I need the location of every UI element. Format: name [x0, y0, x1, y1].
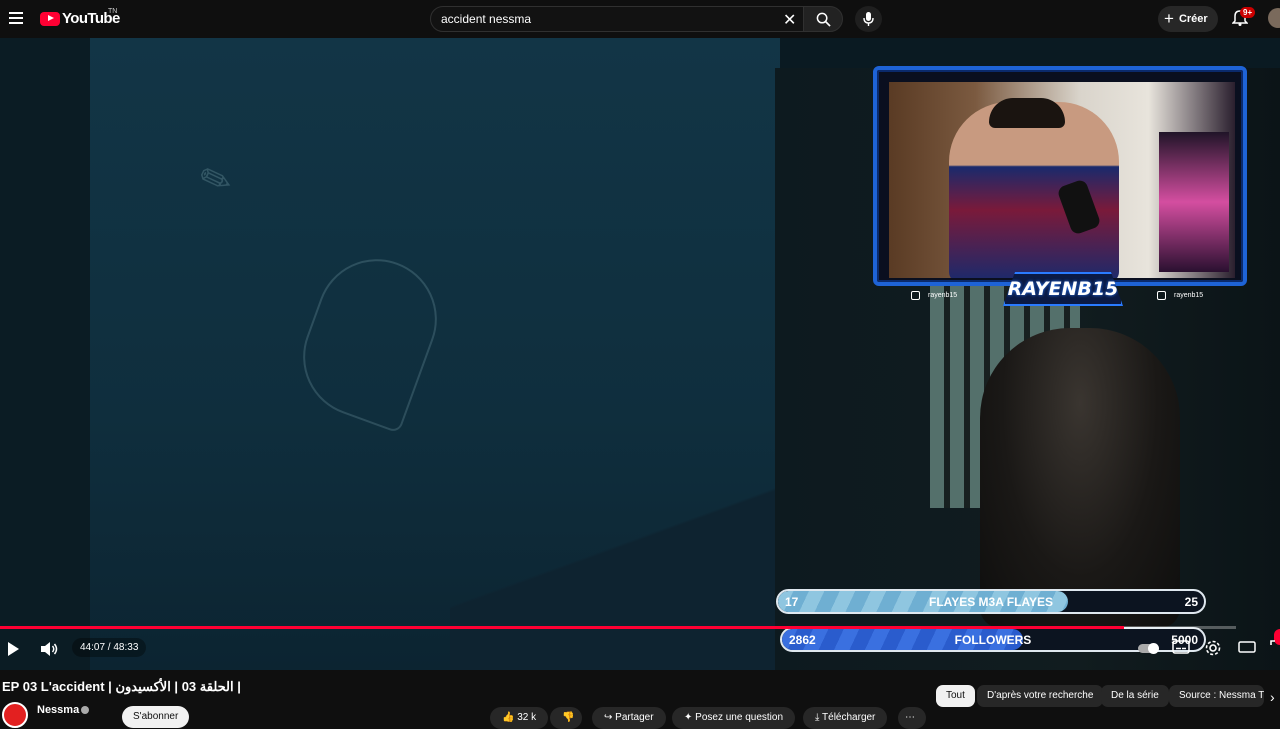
facecam-frame: [873, 66, 1247, 286]
masthead: YouTube TN ✕ + Créer 9+: [0, 0, 1280, 38]
ask-label: Posez une question: [695, 712, 784, 723]
gaming-pc: [1159, 132, 1229, 272]
sparkle-icon: ✦: [684, 712, 696, 723]
time-display: 44:07 / 48:33: [72, 638, 147, 657]
logo-region: TN: [108, 8, 118, 15]
ask-question-button[interactable]: ✦ Posez une question: [672, 707, 796, 729]
voice-search-button[interactable]: [855, 6, 882, 32]
download-button[interactable]: ⤓ Télécharger: [803, 707, 888, 729]
menu-icon[interactable]: [9, 12, 23, 24]
search-input[interactable]: [441, 7, 771, 31]
download-icon: ⤓: [815, 712, 823, 723]
thumbs-down-icon: 👎: [562, 712, 575, 723]
youtube-icon: [1157, 290, 1166, 300]
plus-icon: +: [1164, 9, 1174, 28]
play-icon[interactable]: [8, 642, 19, 656]
subscribe-button[interactable]: S'abonner: [122, 706, 190, 728]
chip-source[interactable]: Source : Nessma T: [1169, 685, 1264, 707]
thumbs-up-icon: 👍: [502, 712, 518, 723]
chips-next-chevron-icon[interactable]: ›: [1270, 689, 1275, 705]
theater-mode-icon[interactable]: [1238, 640, 1256, 654]
volume-icon[interactable]: [40, 641, 58, 657]
youtube-logo[interactable]: YouTube TN: [40, 8, 120, 27]
streamer-hair: [989, 98, 1065, 128]
like-count: 32 k: [517, 712, 537, 723]
verified-badge-icon: [81, 706, 89, 714]
video-frame-left: [0, 38, 90, 670]
download-label: Télécharger: [822, 712, 876, 723]
channel-avatar[interactable]: [2, 702, 28, 728]
clear-search-icon[interactable]: ✕: [783, 10, 796, 30]
more-actions-button[interactable]: ⋯: [898, 707, 926, 729]
instagram-handle: rayenb15: [911, 288, 957, 302]
seek-bar[interactable]: [0, 626, 1236, 629]
settings-gear-icon[interactable]: [1205, 640, 1221, 656]
search-button[interactable]: [803, 6, 843, 32]
search-icon: [816, 12, 831, 27]
video-details: EP 03 L'accident | الحلقة 03 | الأكسيدون…: [0, 670, 1280, 729]
youtube-play-icon: [40, 11, 60, 26]
create-label: Créer: [1178, 13, 1208, 25]
goal-title: FLAYES M3A FLAYES: [928, 595, 1054, 609]
channel-name[interactable]: Nessma: [37, 704, 79, 716]
share-icon: ↪: [604, 712, 616, 723]
chip-series[interactable]: De la série: [1101, 685, 1169, 707]
search-box: ✕: [430, 6, 804, 32]
youtube-handle-text: rayenb15: [1174, 291, 1204, 299]
streamer-facecam-overlay: rayenb15 RAYENB15 rayenb15: [873, 66, 1247, 306]
share-label: Partager: [615, 712, 654, 723]
goal-progress-bar: 17 FLAYES M3A FLAYES 25: [776, 589, 1206, 614]
create-button[interactable]: + Créer: [1158, 6, 1218, 32]
instagram-icon: [911, 290, 920, 300]
video-title: EP 03 L'accident | الحلقة 03 | الأكسيدون…: [2, 679, 241, 694]
autoplay-toggle[interactable]: [1138, 643, 1159, 654]
microphone-icon: [863, 12, 874, 26]
instagram-handle-text: rayenb15: [928, 291, 958, 299]
fullscreen-icon[interactable]: [1270, 640, 1280, 654]
chip-related-search[interactable]: D'après votre recherche: [977, 685, 1104, 707]
like-button[interactable]: 👍 32 k: [490, 707, 549, 729]
youtube-handle: rayenb15: [1157, 288, 1203, 302]
seek-bar-played: [0, 626, 1124, 629]
dislike-button[interactable]: 👎: [550, 707, 582, 729]
account-avatar[interactable]: [1268, 8, 1280, 28]
more-dots-icon: ⋯: [905, 712, 915, 723]
video-player[interactable]: ✎ rayenb15 RAYENB15 rayenb15 17 FLAYES M…: [0, 38, 1280, 670]
subtitles-icon[interactable]: [1172, 640, 1190, 654]
facecam-video: [889, 82, 1235, 278]
notification-count-badge: 9+: [1240, 7, 1256, 18]
share-button[interactable]: ↪ Partager: [592, 707, 666, 729]
video-frame-person: [980, 328, 1180, 628]
streamer-figure: [949, 102, 1119, 278]
chip-all[interactable]: Tout: [936, 685, 975, 707]
streamer-nameplate: RAYENB15: [1003, 272, 1123, 306]
goal-target: 25: [1184, 595, 1198, 609]
player-controls: 44:07 / 48:33: [0, 634, 1280, 664]
